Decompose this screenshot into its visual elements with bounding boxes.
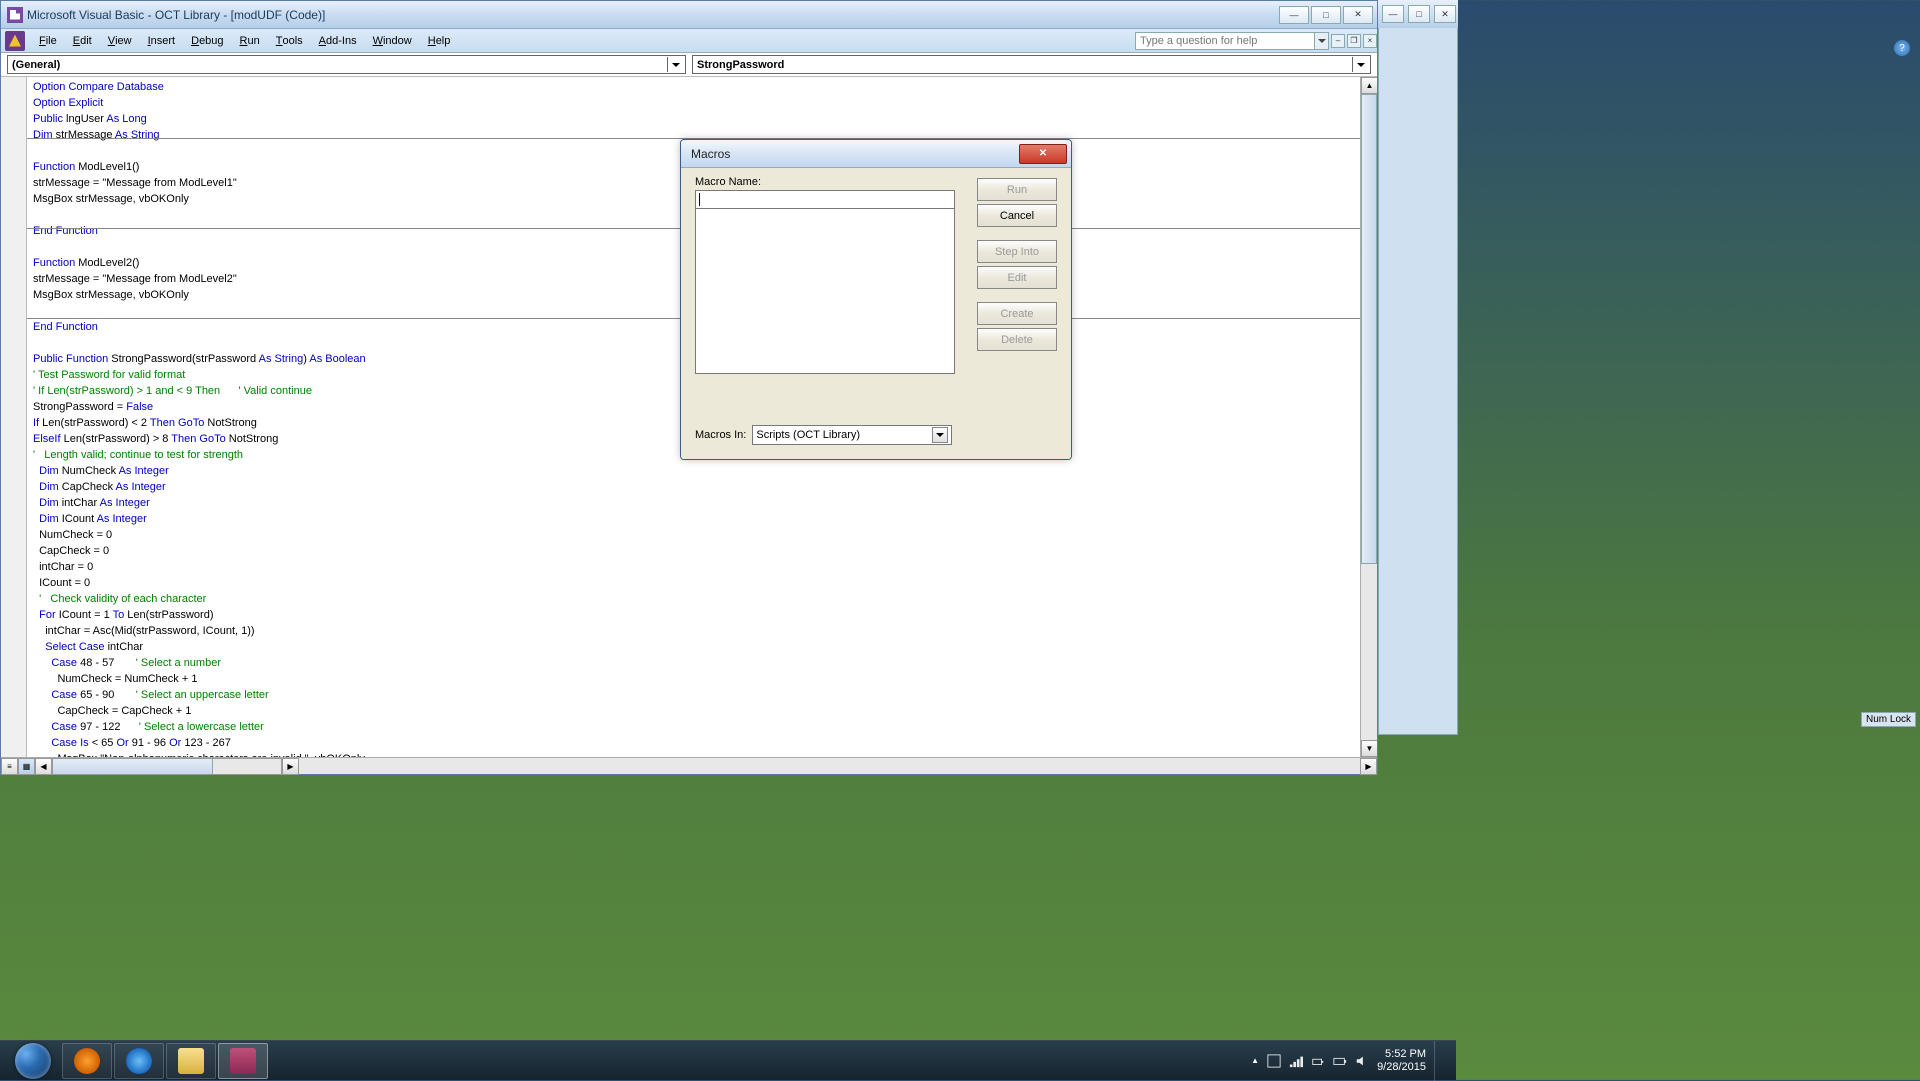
title-bar[interactable]: Microsoft Visual Basic - OCT Library - [… <box>1 1 1377 29</box>
menu-bar: FileEditViewInsertDebugRunToolsAdd-InsWi… <box>1 29 1377 53</box>
object-combo-value: (General) <box>12 59 60 71</box>
vb-menu-icon[interactable] <box>5 31 25 51</box>
macro-list[interactable] <box>695 209 955 374</box>
chevron-down-icon <box>667 57 683 72</box>
object-combo[interactable]: (General) <box>7 55 686 74</box>
clock-date: 9/28/2015 <box>1377 1061 1426 1074</box>
bottom-strip: ≡ ▦ ◀ ▶ ▶ <box>1 757 1377 774</box>
menu-add-ins[interactable]: Add-Ins <box>311 29 365 52</box>
text-caret <box>699 193 700 206</box>
tray-expand-icon[interactable]: ▲ <box>1251 1056 1259 1065</box>
media-player-icon <box>74 1048 100 1074</box>
windows-orb-icon <box>15 1043 51 1079</box>
menu-window[interactable]: Window <box>365 29 420 52</box>
cancel-button[interactable]: Cancel <box>977 204 1057 227</box>
status-numlock: Num Lock <box>1861 712 1916 727</box>
hscroll-right-button[interactable]: ▶ <box>282 758 299 775</box>
object-procedure-row: (General) StrongPassword <box>1 53 1377 77</box>
chevron-down-icon <box>932 427 948 443</box>
menu-file[interactable]: File <box>31 29 65 52</box>
bg-maximize-button[interactable]: □ <box>1408 5 1430 23</box>
access-icon <box>230 1048 256 1074</box>
taskbar-item-media-player[interactable] <box>62 1043 112 1079</box>
show-desktop-button[interactable] <box>1434 1041 1444 1081</box>
hscroll-thumb[interactable] <box>53 759 213 774</box>
folder-icon <box>178 1048 204 1074</box>
inner-minimize-button[interactable]: – <box>1331 34 1345 48</box>
horizontal-scrollbar[interactable] <box>52 758 282 775</box>
create-button[interactable]: Create <box>977 302 1057 325</box>
menu-help[interactable]: Help <box>420 29 459 52</box>
procedure-combo-value: StrongPassword <box>697 59 784 71</box>
menu-insert[interactable]: Insert <box>140 29 184 52</box>
start-button[interactable] <box>6 1042 60 1080</box>
macros-in-row: Macros In: Scripts (OCT Library) <box>695 425 952 445</box>
wifi-icon[interactable] <box>1289 1054 1303 1068</box>
action-center-icon[interactable] <box>1267 1054 1281 1068</box>
system-tray: ▲ 5:52 PM 9/28/2015 <box>1251 1041 1450 1081</box>
step-into-button[interactable]: Step Into <box>977 240 1057 263</box>
code-margin <box>1 77 27 757</box>
procedure-combo[interactable]: StrongPassword <box>692 55 1371 74</box>
inner-close-button[interactable]: × <box>1363 34 1377 48</box>
macros-in-label: Macros In: <box>695 429 746 441</box>
taskbar: ▲ 5:52 PM 9/28/2015 <box>0 1040 1456 1080</box>
edit-button[interactable]: Edit <box>977 266 1057 289</box>
macros-dialog-body: Macro Name: Run Cancel Step Into Edit Cr… <box>681 168 1071 459</box>
run-button[interactable]: Run <box>977 178 1057 201</box>
help-search-dropdown[interactable] <box>1315 32 1329 50</box>
scroll-thumb[interactable] <box>1361 94 1377 564</box>
macro-name-input[interactable] <box>695 190 955 209</box>
macros-dialog-buttons: Run Cancel Step Into Edit Create Delete <box>977 178 1057 354</box>
scroll-up-button[interactable]: ▲ <box>1361 77 1377 94</box>
maximize-button[interactable]: □ <box>1311 6 1341 24</box>
bg-minimize-button[interactable]: — <box>1382 5 1404 23</box>
minimize-button[interactable]: — <box>1279 6 1309 24</box>
full-module-view-button[interactable]: ▦ <box>18 758 35 775</box>
hscroll-right-button-2[interactable]: ▶ <box>1360 758 1377 775</box>
taskbar-item-ie[interactable] <box>114 1043 164 1079</box>
vb-app-icon <box>7 7 23 23</box>
taskbar-item-access[interactable] <box>218 1043 268 1079</box>
menu-run[interactable]: Run <box>232 29 268 52</box>
power-icon[interactable] <box>1311 1054 1325 1068</box>
menu-debug[interactable]: Debug <box>183 29 231 52</box>
help-search-input[interactable]: Type a question for help <box>1135 32 1315 50</box>
close-button[interactable]: ✕ <box>1343 6 1373 24</box>
inner-restore-button[interactable]: ❐ <box>1347 34 1361 48</box>
internet-explorer-icon <box>126 1048 152 1074</box>
macros-dialog-titlebar[interactable]: Macros ✕ <box>681 140 1071 168</box>
macros-dialog: Macros ✕ Macro Name: Run Cancel Step Int… <box>680 139 1072 460</box>
clock-time: 5:52 PM <box>1377 1048 1426 1061</box>
volume-icon[interactable] <box>1355 1054 1369 1068</box>
menu-view[interactable]: View <box>100 29 140 52</box>
macros-in-combo[interactable]: Scripts (OCT Library) <box>752 425 952 445</box>
help-bubble-icon[interactable]: ? <box>1894 40 1910 56</box>
hscroll-left-button[interactable]: ◀ <box>35 758 52 775</box>
taskbar-item-explorer[interactable] <box>166 1043 216 1079</box>
menu-tools[interactable]: Tools <box>268 29 311 52</box>
delete-button[interactable]: Delete <box>977 328 1057 351</box>
background-window <box>1378 0 1458 735</box>
taskbar-clock[interactable]: 5:52 PM 9/28/2015 <box>1377 1048 1426 1074</box>
title-text: Microsoft Visual Basic - OCT Library - [… <box>27 8 1277 22</box>
vertical-scrollbar[interactable]: ▲ ▼ <box>1360 77 1377 757</box>
background-window-controls: — □ ✕ <box>1378 0 1458 28</box>
procedure-view-button[interactable]: ≡ <box>1 758 18 775</box>
bg-close-button[interactable]: ✕ <box>1434 5 1456 23</box>
macros-in-value: Scripts (OCT Library) <box>756 429 860 441</box>
macros-dialog-close-button[interactable]: ✕ <box>1019 144 1067 164</box>
scroll-down-button[interactable]: ▼ <box>1361 740 1377 757</box>
battery-icon[interactable] <box>1333 1054 1347 1068</box>
macros-dialog-title: Macros <box>691 147 1019 161</box>
menu-edit[interactable]: Edit <box>65 29 100 52</box>
chevron-down-icon <box>1352 57 1368 72</box>
